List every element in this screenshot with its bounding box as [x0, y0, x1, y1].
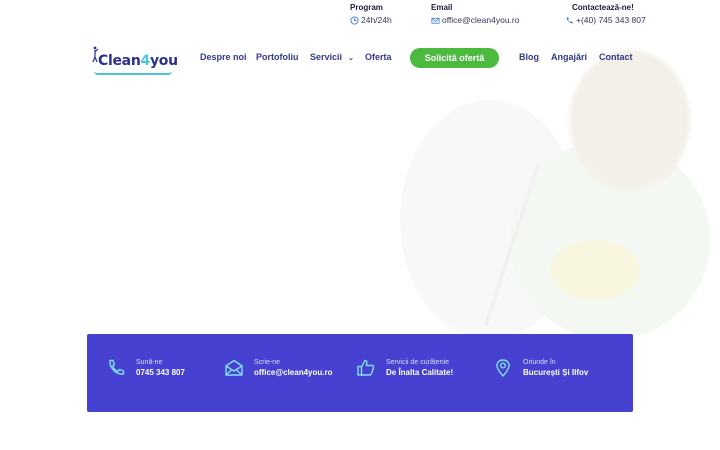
main-nav: Despre noi Portofoliu Servicii ⌄ Oferta B…: [0, 52, 720, 66]
hero-shape: [550, 240, 640, 300]
band-value: De Înalta Calitate!: [386, 368, 454, 377]
email-info: Email office@clean4you.ro: [431, 3, 519, 25]
top-contact-bar: Program 24h/24h Email office@clean4you.r…: [0, 0, 720, 30]
contact-label: Contactează-ne!: [572, 3, 634, 12]
email-value[interactable]: office@clean4you.ro: [431, 15, 519, 25]
band-value: office@clean4you.ro: [254, 368, 333, 377]
band-label: Scrie-ne: [254, 359, 281, 366]
info-band: Sună-ne 0745 343 807 Scrie-ne office@cle…: [87, 334, 633, 412]
program-label: Program: [350, 3, 383, 12]
request-offer-button[interactable]: Solicită ofertă: [410, 48, 499, 68]
phone-icon: [109, 359, 125, 375]
band-label: Servicii de curățenie: [386, 359, 450, 366]
nav-despre-noi[interactable]: Despre noi: [200, 52, 247, 62]
band-value: 0745 343 807: [136, 368, 185, 377]
nav-contact[interactable]: Contact: [599, 52, 633, 62]
email-label: Email: [431, 3, 453, 12]
band-label: Oriunde în: [523, 359, 556, 366]
phone-icon: [566, 16, 573, 23]
band-item-location: Oriunde în București Și Ilfov: [493, 358, 588, 378]
phone-info: Contactează-ne! +(40) 745 343 807: [565, 3, 646, 25]
program-info: Program 24h/24h: [350, 3, 392, 25]
clock-icon: [350, 15, 359, 25]
band-item-email[interactable]: Scrie-ne office@clean4you.ro: [224, 358, 333, 378]
nav-portofoliu[interactable]: Portofoliu: [256, 52, 299, 62]
envelope-icon: [225, 359, 243, 376]
nav-blog[interactable]: Blog: [519, 52, 539, 62]
band-label: Sună-ne: [136, 359, 163, 366]
thumbs-up-icon: [357, 359, 375, 376]
phone-value[interactable]: +(40) 745 343 807: [565, 15, 646, 25]
band-value: București Și Ilfov: [523, 368, 589, 377]
program-value: 24h/24h: [350, 15, 392, 25]
nav-servicii[interactable]: Servicii ⌄: [310, 52, 354, 62]
logo-swoosh: [94, 71, 172, 75]
hero-background-image: [360, 40, 720, 340]
map-pin-icon: [496, 359, 510, 377]
hero-shape: [570, 50, 690, 190]
nav-angajari[interactable]: Angajări: [551, 52, 587, 62]
chevron-down-icon: ⌄: [348, 55, 354, 62]
nav-oferta[interactable]: Oferta: [365, 52, 392, 62]
band-item-phone[interactable]: Sună-ne 0745 343 807: [106, 358, 185, 378]
band-item-quality: Servicii de curățenie De Înalta Calitate…: [356, 358, 453, 378]
envelope-icon: [431, 17, 440, 24]
